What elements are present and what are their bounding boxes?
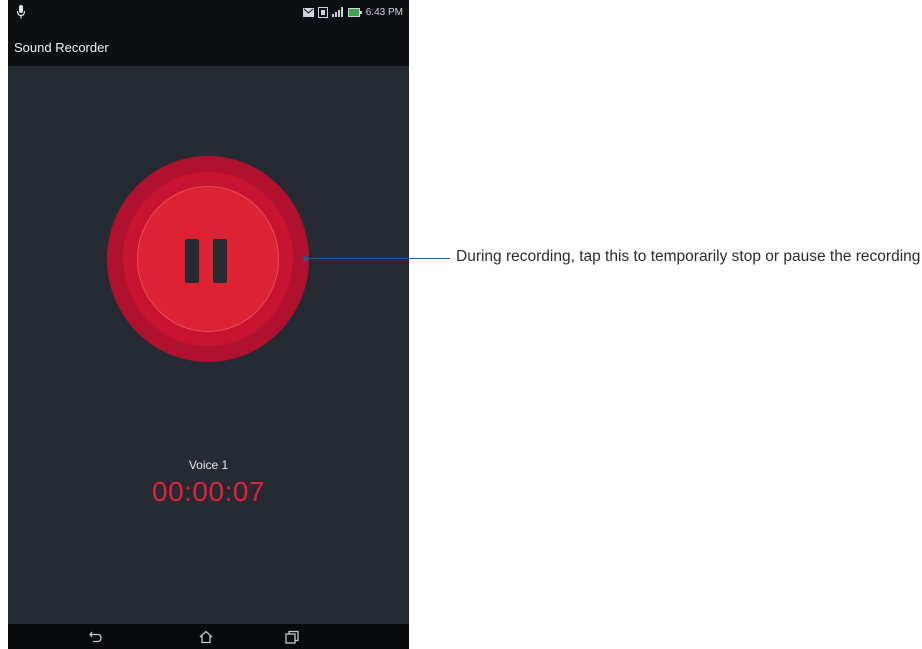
callout-line — [306, 258, 450, 259]
recent-apps-icon[interactable] — [284, 630, 300, 644]
pause-icon-bar — [213, 239, 227, 283]
app-title: Sound Recorder — [14, 40, 109, 55]
pause-button-ring[interactable] — [123, 172, 293, 346]
manual-page: 6:43 PM Sound Recorder Voice 1 00:00:07 — [0, 0, 922, 649]
app-bar: Sound Recorder — [8, 24, 409, 66]
phone-screen: 6:43 PM Sound Recorder Voice 1 00:00:07 — [8, 0, 409, 649]
signal-icon — [331, 7, 343, 17]
status-bar: 6:43 PM — [8, 0, 409, 24]
pause-icon — [185, 239, 199, 283]
back-icon[interactable] — [88, 630, 104, 644]
battery-icon — [347, 7, 362, 17]
status-time: 6:43 PM — [365, 6, 403, 18]
callout-description: During recording, tap this to temporaril… — [456, 248, 921, 265]
recording-timer: 00:00:07 — [152, 476, 265, 507]
navigation-bar — [8, 624, 409, 649]
pause-button-core[interactable] — [137, 186, 279, 332]
recording-name: Voice 1 — [188, 458, 229, 472]
mic-icon — [16, 5, 26, 19]
home-icon[interactable] — [198, 630, 214, 644]
sim-icon — [317, 6, 328, 18]
recorder-area: Voice 1 00:00:07 — [8, 66, 409, 624]
mail-icon — [302, 7, 314, 17]
pause-button[interactable] — [107, 156, 309, 362]
status-icons: 6:43 PM — [302, 4, 403, 20]
